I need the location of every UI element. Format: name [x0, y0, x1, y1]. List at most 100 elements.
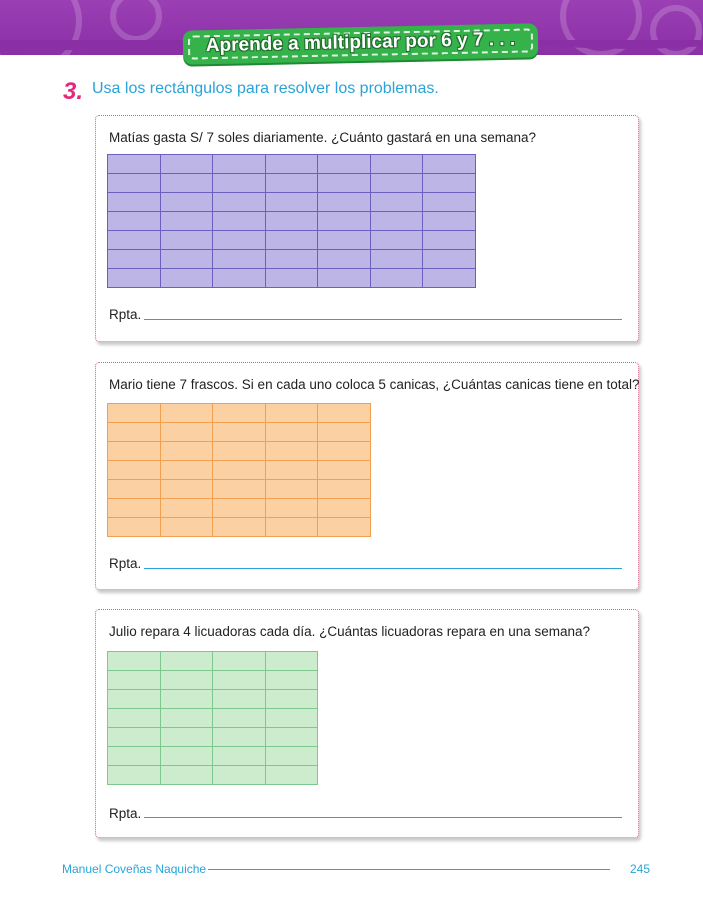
answer-label: Rpta. — [109, 806, 142, 821]
grid-cell — [264, 765, 318, 785]
grid-cell — [159, 689, 213, 709]
grid-cell — [107, 727, 161, 747]
grid-cell — [212, 268, 266, 288]
grid-row — [107, 765, 318, 785]
grid-cell — [317, 422, 371, 442]
grid-row — [107, 154, 476, 174]
grid-cell — [422, 154, 476, 174]
grid-row — [107, 498, 371, 518]
grid-cell — [369, 192, 423, 212]
answer-line[interactable] — [144, 817, 622, 818]
grid-row — [107, 192, 476, 212]
grid-cell — [212, 517, 266, 537]
grid-cell — [317, 441, 371, 461]
grid-cell — [264, 727, 318, 747]
grid-row — [107, 727, 318, 747]
grid-cell — [212, 708, 266, 728]
grid-cell — [212, 441, 266, 461]
grid-cell — [159, 230, 213, 250]
grid-row — [107, 422, 371, 442]
grid-cell — [159, 192, 213, 212]
grid-cell — [159, 651, 213, 671]
page-title: Aprende a multiplicar por 6 y 7 . . . — [205, 28, 516, 57]
grid-cell — [317, 268, 371, 288]
grid-cell — [212, 670, 266, 690]
grid-cell — [159, 517, 213, 537]
grid-cell — [264, 689, 318, 709]
problem-card-2: Mario tiene 7 frascos. Si en cada uno co… — [95, 362, 640, 590]
grid-cell — [317, 173, 371, 193]
grid-cell — [212, 192, 266, 212]
grid-cell — [317, 517, 371, 537]
grid-row — [107, 689, 318, 709]
grid-cell — [107, 403, 161, 423]
grid-cell — [317, 211, 371, 231]
grid-cell — [369, 173, 423, 193]
grid-cell — [369, 154, 423, 174]
grid-cell — [264, 268, 318, 288]
grid-cell — [212, 651, 266, 671]
grid-cell — [317, 479, 371, 499]
grid-cell — [159, 154, 213, 174]
grid-cell — [107, 173, 161, 193]
grid-row — [107, 460, 371, 480]
problem-card-1: Matías gasta S/ 7 soles diariamente. ¿Cu… — [95, 115, 639, 342]
grid-cell — [212, 403, 266, 423]
grid-row — [107, 441, 371, 461]
grid-cell — [212, 173, 266, 193]
grid-cell — [369, 249, 423, 269]
grid-cell — [317, 403, 371, 423]
exercise-number: 3. — [63, 78, 84, 105]
grid-row — [107, 517, 371, 537]
grid-cell — [212, 422, 266, 442]
grid-cell — [212, 154, 266, 174]
grid-cell — [107, 249, 161, 269]
grid-cell — [264, 173, 318, 193]
grid-row — [107, 403, 371, 423]
answer-line[interactable] — [144, 319, 622, 320]
grid-row — [107, 230, 476, 250]
grid-cell — [212, 727, 266, 747]
grid-cell — [107, 498, 161, 518]
grid-cell — [212, 765, 266, 785]
grid-cell — [264, 403, 318, 423]
grid-cell — [159, 670, 213, 690]
grid-cell — [107, 670, 161, 690]
multiplication-grid — [107, 154, 476, 288]
grid-cell — [264, 154, 318, 174]
grid-cell — [107, 441, 161, 461]
grid-row — [107, 173, 476, 193]
grid-cell — [317, 192, 371, 212]
grid-cell — [264, 230, 318, 250]
grid-cell — [264, 249, 318, 269]
grid-cell — [422, 249, 476, 269]
grid-cell — [264, 441, 318, 461]
grid-cell — [212, 460, 266, 480]
grid-cell — [159, 422, 213, 442]
grid-cell — [159, 479, 213, 499]
grid-row — [107, 211, 476, 231]
multiplication-grid — [107, 651, 318, 785]
grid-row — [107, 479, 371, 499]
grid-cell — [107, 422, 161, 442]
problem-question: Mario tiene 7 frascos. Si en cada uno co… — [109, 377, 640, 392]
grid-cell — [107, 517, 161, 537]
grid-cell — [107, 192, 161, 212]
grid-cell — [369, 211, 423, 231]
problem-question: Matías gasta S/ 7 soles diariamente. ¿Cu… — [109, 130, 536, 145]
grid-cell — [264, 479, 318, 499]
grid-cell — [212, 746, 266, 766]
grid-row — [107, 746, 318, 766]
grid-cell — [264, 498, 318, 518]
grid-cell — [317, 498, 371, 518]
multiplication-grid — [107, 403, 371, 537]
answer-label: Rpta. — [109, 307, 142, 322]
grid-cell — [212, 230, 266, 250]
grid-cell — [212, 479, 266, 499]
answer-line[interactable] — [144, 568, 622, 569]
grid-cell — [159, 765, 213, 785]
grid-cell — [107, 651, 161, 671]
grid-row — [107, 249, 476, 269]
grid-cell — [159, 460, 213, 480]
grid-cell — [159, 441, 213, 461]
